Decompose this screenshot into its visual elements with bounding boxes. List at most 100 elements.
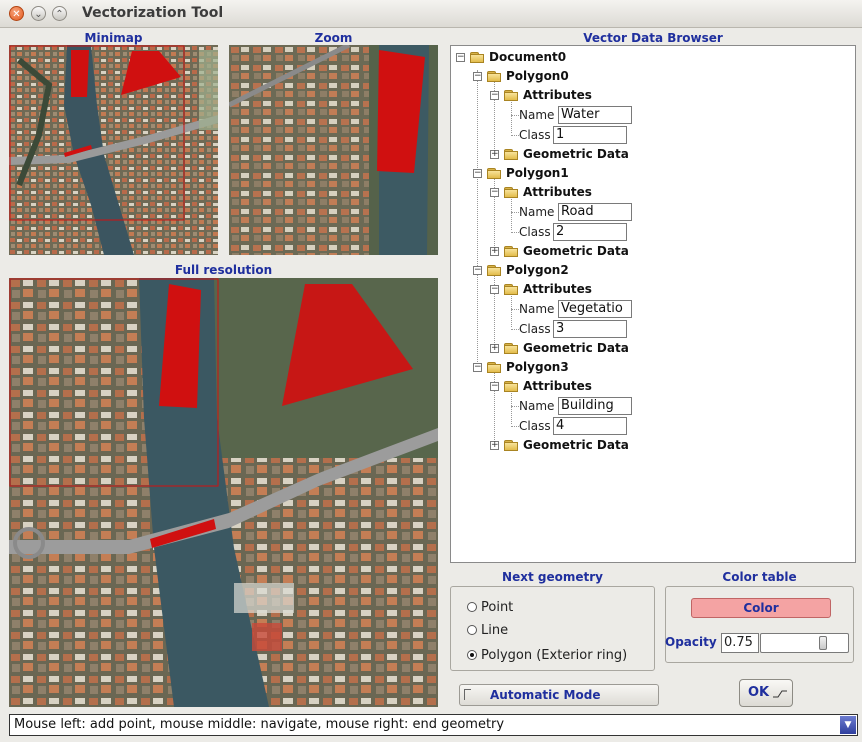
status-bar[interactable]: Mouse left: add point, mouse middle: nav… bbox=[9, 714, 858, 736]
slider-handle[interactable] bbox=[819, 636, 827, 650]
tree-node-polygon1[interactable]: − Polygon1 bbox=[451, 165, 651, 183]
next-geometry-group: Point Line Polygon (Exterior ring) bbox=[450, 586, 655, 671]
tree-node-attributes[interactable]: − Attributes bbox=[451, 184, 651, 202]
tree-node-label: Polygon1 bbox=[506, 166, 569, 180]
tree-node-label: Polygon0 bbox=[506, 69, 569, 83]
vector-data-tree[interactable]: − Document0 − Polygon0 − Attributes Name… bbox=[450, 45, 856, 563]
tree-node-label: Geometric Data bbox=[523, 147, 629, 161]
tree-node-label: Attributes bbox=[523, 185, 592, 199]
class-field[interactable]: 3 bbox=[553, 320, 627, 338]
collapse-icon[interactable]: − bbox=[490, 382, 499, 391]
tree-node-polygon0[interactable]: − Polygon0 bbox=[451, 68, 651, 86]
color-button[interactable]: Color bbox=[691, 598, 831, 618]
collapse-icon[interactable]: − bbox=[473, 266, 482, 275]
tree-node-geometric-data[interactable]: + Geometric Data bbox=[451, 243, 651, 261]
collapse-icon[interactable]: − bbox=[490, 285, 499, 294]
class-field-label: Class bbox=[519, 128, 551, 142]
radio-polygon[interactable]: Polygon (Exterior ring) bbox=[467, 648, 627, 663]
tree-node-label: Geometric Data bbox=[523, 341, 629, 355]
folder-closed-icon bbox=[504, 440, 519, 451]
zoom-view[interactable] bbox=[229, 45, 438, 255]
name-field[interactable]: Building bbox=[558, 397, 632, 415]
enter-icon bbox=[773, 690, 787, 698]
checkbox-icon bbox=[464, 689, 471, 700]
tree-node-geometric-data[interactable]: + Geometric Data bbox=[451, 437, 651, 455]
tree-node-label: Attributes bbox=[523, 379, 592, 393]
full-resolution-label: Full resolution bbox=[174, 263, 273, 277]
class-field-label: Class bbox=[519, 322, 551, 336]
name-field[interactable]: Vegetatio bbox=[558, 300, 632, 318]
tree-node-geometric-data[interactable]: + Geometric Data bbox=[451, 340, 651, 358]
folder-open-icon bbox=[487, 362, 502, 373]
folder-open-icon bbox=[504, 187, 519, 198]
tree-node-label: Polygon3 bbox=[506, 360, 569, 374]
ok-button[interactable]: OK bbox=[739, 679, 793, 707]
tree-node-polygon2[interactable]: − Polygon2 bbox=[451, 262, 651, 280]
collapse-icon[interactable]: − bbox=[456, 53, 465, 62]
radio-button-selected[interactable] bbox=[467, 650, 477, 660]
class-field[interactable]: 4 bbox=[553, 417, 627, 435]
folder-open-icon bbox=[504, 90, 519, 101]
next-geometry-title: Next geometry bbox=[502, 570, 603, 584]
automatic-mode-toggle[interactable]: Automatic Mode bbox=[459, 684, 659, 706]
tree-node-attributes[interactable]: − Attributes bbox=[451, 378, 651, 396]
folder-open-icon bbox=[504, 284, 519, 295]
collapse-icon[interactable]: − bbox=[473, 363, 482, 372]
class-field[interactable]: 1 bbox=[553, 126, 627, 144]
expand-icon[interactable]: + bbox=[490, 247, 499, 256]
radio-line[interactable]: Line bbox=[467, 623, 508, 638]
automatic-mode-label: Automatic Mode bbox=[490, 688, 601, 702]
folder-closed-icon bbox=[504, 246, 519, 257]
tree-node-document0[interactable]: − Document0 bbox=[451, 49, 651, 67]
folder-open-icon bbox=[487, 168, 502, 179]
vector-data-browser-label: Vector Data Browser bbox=[583, 31, 723, 45]
close-window-button[interactable]: ✕ bbox=[9, 6, 24, 21]
window-title: Vectorization Tool bbox=[82, 5, 224, 21]
name-field[interactable]: Water bbox=[558, 106, 632, 124]
radio-point[interactable]: Point bbox=[467, 600, 513, 615]
dropdown-arrow-icon[interactable]: ▼ bbox=[840, 716, 856, 734]
tree-node-geometric-data[interactable]: + Geometric Data bbox=[451, 146, 651, 164]
name-field[interactable]: Road bbox=[558, 203, 632, 221]
full-resolution-view[interactable] bbox=[9, 278, 438, 707]
name-field-label: Name bbox=[519, 302, 555, 316]
collapse-icon[interactable]: − bbox=[473, 169, 482, 178]
collapse-icon[interactable]: − bbox=[490, 188, 499, 197]
radio-label: Point bbox=[481, 600, 514, 615]
collapse-icon[interactable]: − bbox=[490, 91, 499, 100]
color-table-title: Color table bbox=[722, 570, 797, 584]
tree-node-attributes[interactable]: − Attributes bbox=[451, 87, 651, 105]
expand-icon[interactable]: + bbox=[490, 344, 499, 353]
minimap-view[interactable] bbox=[9, 45, 218, 255]
folder-open-icon bbox=[504, 381, 519, 392]
opacity-label: Opacity bbox=[665, 635, 717, 649]
name-field-label: Name bbox=[519, 205, 555, 219]
class-field-label: Class bbox=[519, 419, 551, 433]
folder-open-icon bbox=[487, 71, 502, 82]
folder-open-icon bbox=[487, 265, 502, 276]
zoom-label: Zoom bbox=[314, 31, 353, 45]
folder-closed-icon bbox=[504, 343, 519, 354]
folder-closed-icon bbox=[504, 149, 519, 160]
maximize-window-button[interactable]: ⌃ bbox=[52, 6, 67, 21]
radio-button[interactable] bbox=[467, 602, 477, 612]
tree-node-label: Geometric Data bbox=[523, 438, 629, 452]
expand-icon[interactable]: + bbox=[490, 441, 499, 450]
opacity-slider[interactable] bbox=[760, 633, 849, 653]
tree-node-label: Geometric Data bbox=[523, 244, 629, 258]
opacity-input[interactable]: 0.75 bbox=[721, 633, 759, 653]
minimap-label: Minimap bbox=[84, 31, 143, 45]
radio-label: Line bbox=[481, 623, 509, 638]
class-field-label: Class bbox=[519, 225, 551, 239]
ok-label: OK bbox=[748, 685, 770, 700]
collapse-icon[interactable]: − bbox=[473, 72, 482, 81]
radio-button[interactable] bbox=[467, 625, 477, 635]
tree-node-attributes[interactable]: − Attributes bbox=[451, 281, 651, 299]
minimize-window-button[interactable]: ⌄ bbox=[31, 6, 46, 21]
radio-label: Polygon (Exterior ring) bbox=[481, 648, 628, 663]
status-text: Mouse left: add point, mouse middle: nav… bbox=[14, 717, 505, 732]
tree-node-label: Attributes bbox=[523, 282, 592, 296]
expand-icon[interactable]: + bbox=[490, 150, 499, 159]
tree-node-polygon3[interactable]: − Polygon3 bbox=[451, 359, 651, 377]
class-field[interactable]: 2 bbox=[553, 223, 627, 241]
